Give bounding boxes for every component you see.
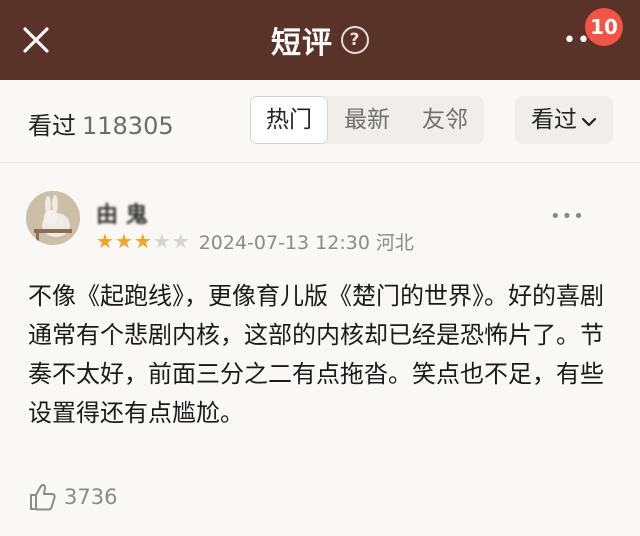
star-icon-filled: ★	[114, 229, 133, 253]
status-filter-dropdown[interactable]: 看过	[515, 96, 613, 144]
tab-latest[interactable]: 最新	[328, 96, 406, 144]
review-more-icon[interactable]: •••	[550, 208, 584, 226]
star-icon-empty: ★	[152, 229, 171, 253]
seen-count: 看过 118305	[28, 106, 174, 141]
review-card: 由 鬼 ★ ★ ★ ★ ★ 2024-07-13 12:30 河北 ••• 不像《…	[0, 163, 640, 536]
page-title-container: 短评?	[0, 18, 640, 62]
review-meta: 2024-07-13 12:30 河北	[199, 228, 414, 255]
like-button[interactable]: 3736	[28, 482, 117, 512]
status-filter-label: 看过	[531, 107, 577, 133]
star-icon-filled: ★	[133, 229, 152, 253]
review-date: 2024-07-13 12:30	[198, 231, 370, 254]
help-icon[interactable]: ?	[341, 26, 369, 54]
notification-badge[interactable]: 10	[585, 8, 623, 46]
top-nav-bar: 短评? ••• 10	[0, 0, 640, 80]
star-icon-filled: ★	[96, 229, 114, 253]
thumbs-up-icon	[30, 483, 56, 511]
rating-row: ★ ★ ★ ★ ★ 2024-07-13 12:30 河北	[96, 228, 414, 255]
sort-tabs: 热门 最新 友邻	[250, 96, 484, 144]
star-icon-empty: ★	[171, 229, 190, 253]
filter-bar: 看过 118305 热门 最新 友邻 看过	[0, 80, 640, 163]
like-count: 3736	[64, 485, 118, 509]
review-location: 河北	[375, 231, 414, 254]
tab-friends[interactable]: 友邻	[406, 96, 484, 144]
tab-hot[interactable]: 热门	[250, 96, 328, 144]
page-title: 短评	[271, 26, 333, 61]
review-text: 不像《起跑线》，更像育儿版《楚门的世界》。好的喜剧通常有个悲剧内核，这部的内核却…	[28, 282, 604, 427]
seen-label: 看过	[28, 112, 76, 140]
avatar[interactable]	[26, 191, 80, 245]
chevron-down-icon	[581, 97, 597, 145]
seen-number: 118305	[82, 112, 174, 140]
username[interactable]: 由 鬼	[96, 197, 148, 229]
avatar-image	[26, 191, 80, 245]
